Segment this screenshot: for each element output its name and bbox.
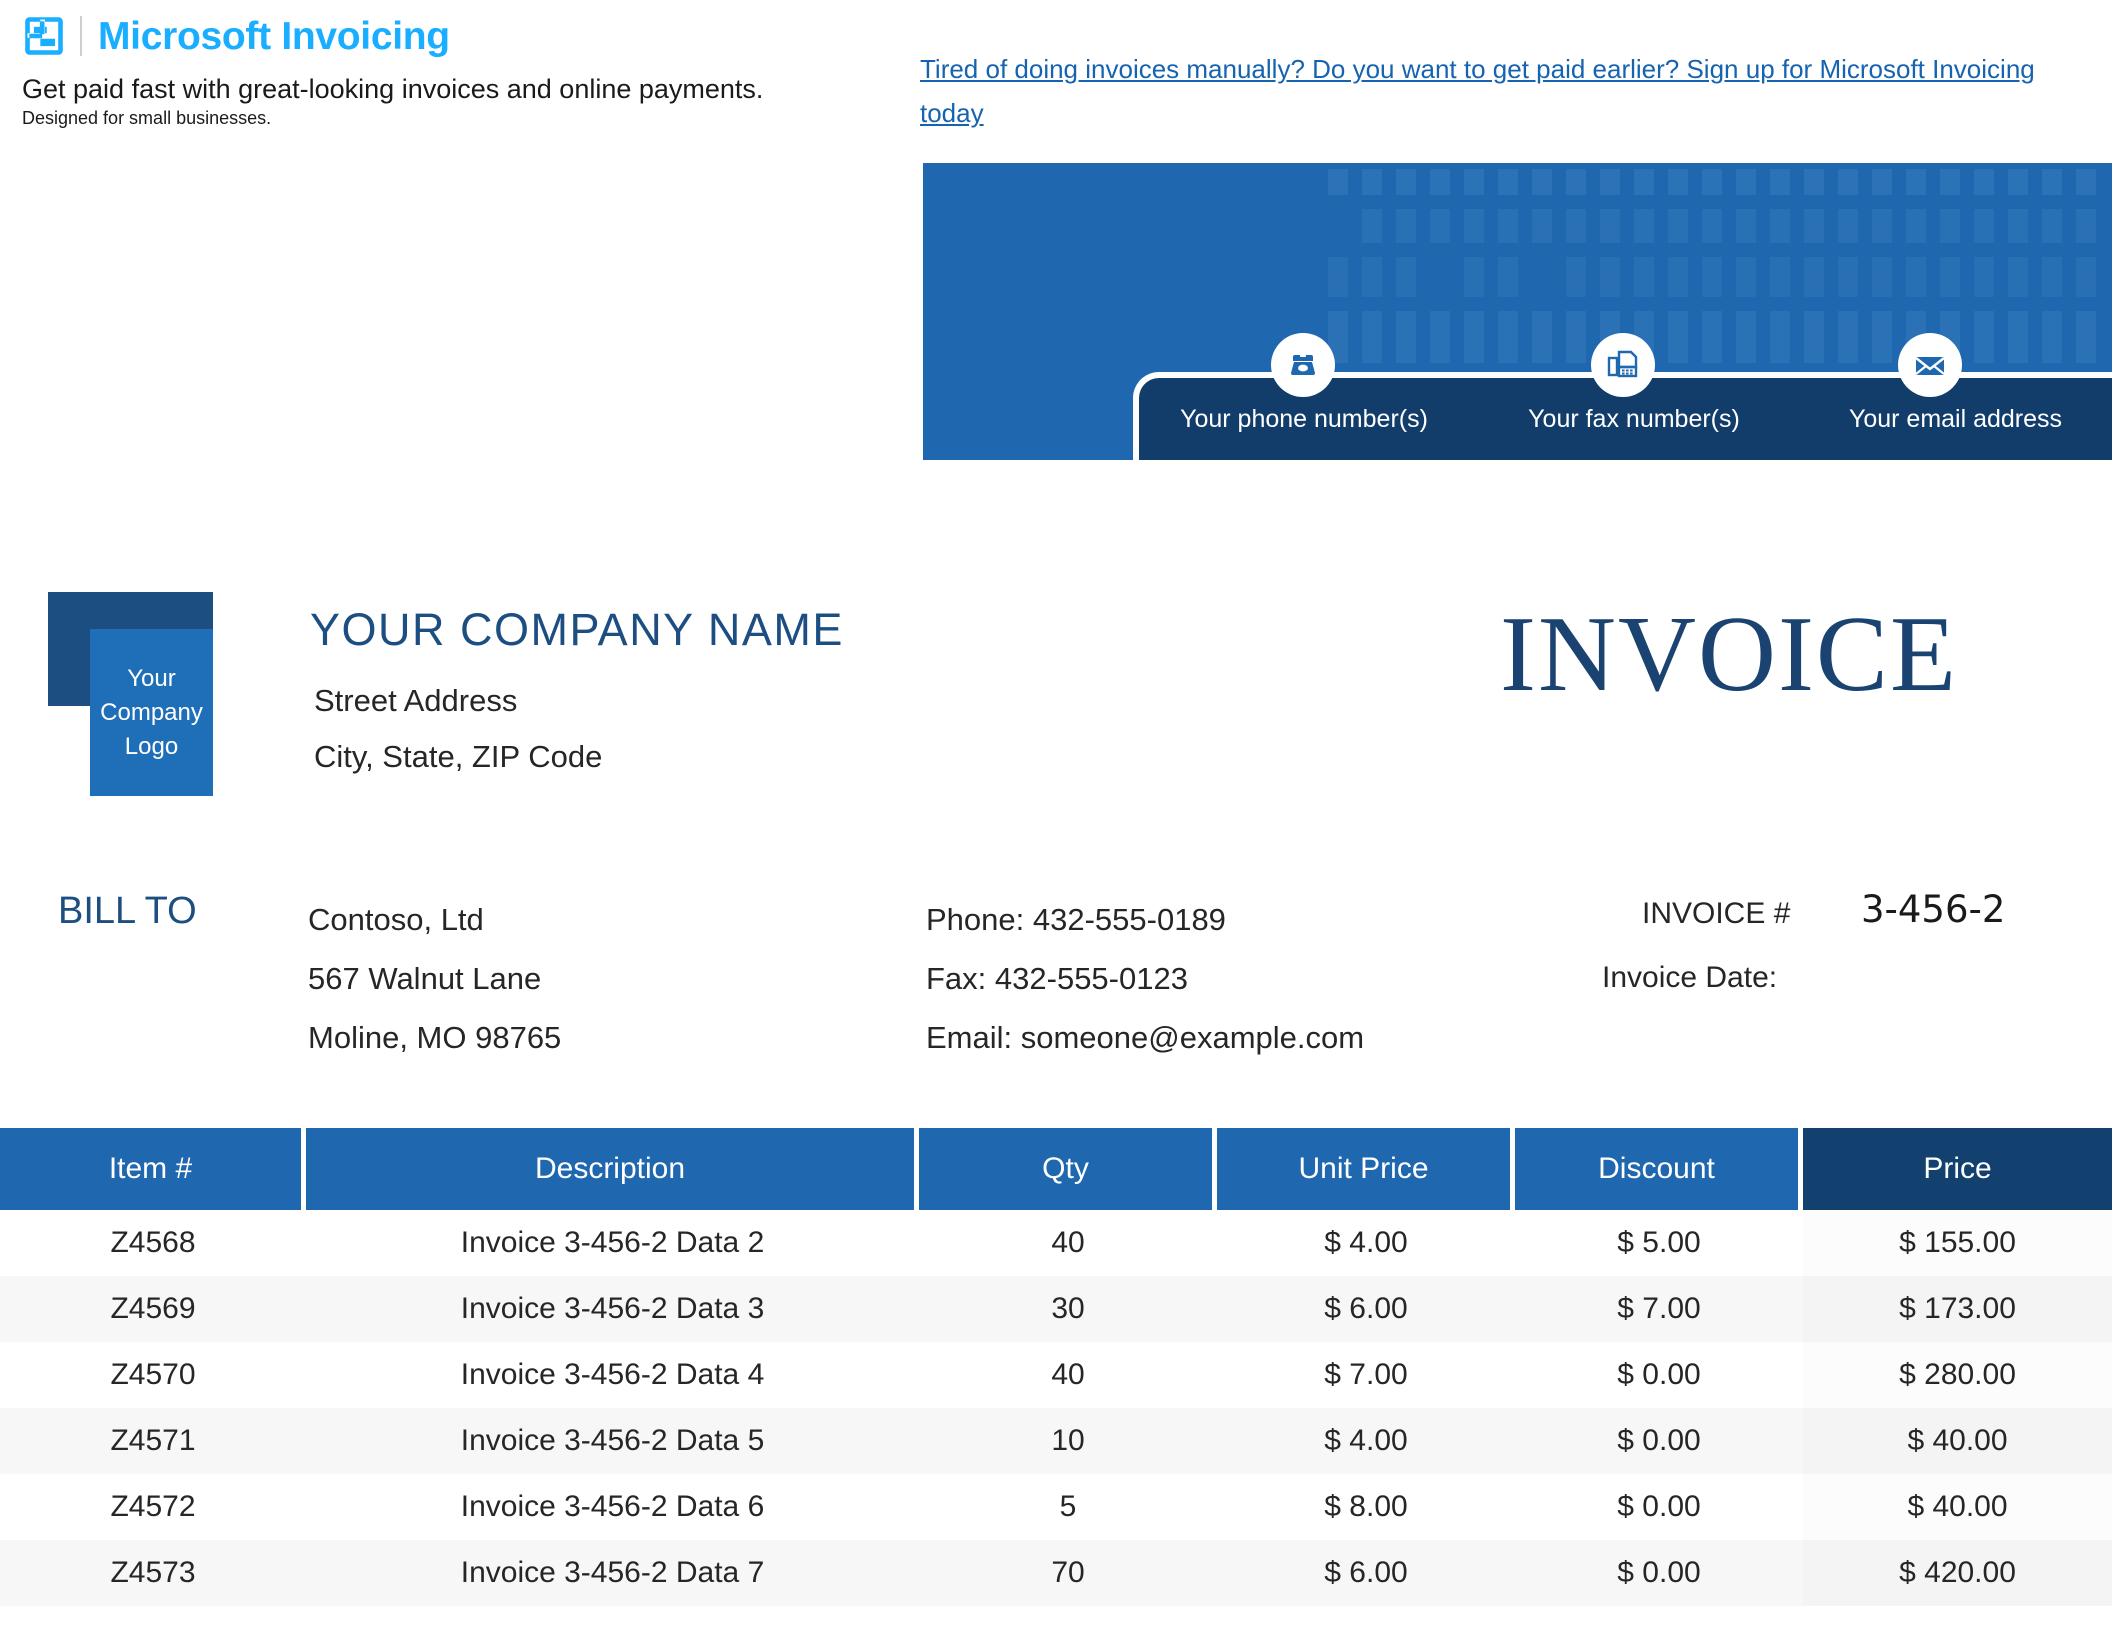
bill-to-label: BILL TO	[58, 890, 197, 932]
table-row[interactable]: Z4568 Invoice 3-456-2 Data 2 40 $ 4.00 $ 5.0…	[0, 1210, 2112, 1276]
fax-machine-icon	[1591, 333, 1655, 397]
cell-discount: $ 0.00	[1515, 1408, 1803, 1474]
cell-price: $ 155.00	[1803, 1210, 2112, 1276]
cell-price: $ 280.00	[1803, 1342, 2112, 1408]
cell-price: $ 40.00	[1803, 1408, 2112, 1474]
logo-line-2: Company	[100, 698, 203, 726]
cell-price: $ 420.00	[1803, 1540, 2112, 1606]
cell-description: Invoice 3-456-2 Data 2	[306, 1210, 919, 1276]
table-row[interactable]: Z4569 Invoice 3-456-2 Data 3 30 $ 6.00 $ 7.0…	[0, 1276, 2112, 1342]
table-header-row: Item # Description Qty Unit Price Discou…	[0, 1128, 2112, 1210]
company-street-address: Street Address	[314, 683, 518, 718]
microsoft-invoicing-promo-bar: Microsoft Invoicing Get paid fast with g…	[0, 0, 2112, 150]
cell-item: Z4573	[0, 1540, 306, 1606]
cell-unit-price: $ 8.00	[1217, 1474, 1515, 1540]
column-header-qty[interactable]: Qty	[919, 1128, 1217, 1210]
contact-phone-line: Phone: 432-555-0189	[926, 902, 1226, 937]
cell-item: Z4571	[0, 1408, 306, 1474]
email-label: Your email address	[1848, 404, 2063, 433]
cell-qty: 30	[919, 1276, 1217, 1342]
table-row[interactable]: Z4571 Invoice 3-456-2 Data 5 10 $ 4.00 $ 0.0…	[0, 1408, 2112, 1474]
invoice-number-label: INVOICE #	[1642, 897, 1791, 930]
signup-promo-link[interactable]: Tired of doing invoices manually? Do you…	[920, 47, 2085, 135]
cell-item: Z4572	[0, 1474, 306, 1540]
envelope-icon	[1898, 333, 1962, 397]
bill-to-line: Moline, MO 98765	[308, 1020, 562, 1055]
cell-qty: 5	[919, 1474, 1217, 1540]
cell-qty: 70	[919, 1540, 1217, 1606]
bill-to-line: 567 Walnut Lane	[308, 961, 542, 996]
column-header-description[interactable]: Description	[306, 1128, 919, 1210]
cell-price: $ 40.00	[1803, 1474, 2112, 1540]
brand-divider	[80, 16, 82, 56]
cell-unit-price: $ 7.00	[1217, 1342, 1515, 1408]
phone-label: Your phone number(s)	[1180, 404, 1428, 433]
cell-discount: $ 0.00	[1515, 1540, 1803, 1606]
cell-description: Invoice 3-456-2 Data 5	[306, 1408, 919, 1474]
cell-unit-price: $ 6.00	[1217, 1276, 1515, 1342]
cell-description: Invoice 3-456-2 Data 4	[306, 1342, 919, 1408]
company-city-state-zip: City, State, ZIP Code	[314, 739, 603, 774]
cell-qty: 40	[919, 1210, 1217, 1276]
bill-to-address: Contoso, Ltd 567 Walnut Lane Moline, MO …	[308, 890, 561, 1067]
table-body: Z4568 Invoice 3-456-2 Data 2 40 $ 4.00 $ 5.0…	[0, 1210, 2112, 1606]
bill-to-line: Contoso, Ltd	[308, 902, 484, 937]
cell-discount: $ 7.00	[1515, 1276, 1803, 1342]
sender-contact-block: Phone: 432-555-0189 Fax: 432-555-0123 Em…	[926, 890, 1364, 1067]
cell-qty: 40	[919, 1342, 1217, 1408]
fax-label: Your fax number(s)	[1528, 404, 1740, 433]
brand-title: Microsoft Invoicing	[98, 14, 450, 58]
cell-item: Z4569	[0, 1276, 306, 1342]
cell-unit-price: $ 4.00	[1217, 1408, 1515, 1474]
microsoft-invoicing-brand: Microsoft Invoicing	[22, 14, 450, 58]
column-header-item[interactable]: Item #	[0, 1128, 306, 1210]
brand-tagline: Get paid fast with great-looking invoice…	[22, 74, 764, 104]
column-header-discount[interactable]: Discount	[1515, 1128, 1803, 1210]
column-header-unit-price[interactable]: Unit Price	[1217, 1128, 1515, 1210]
table-row[interactable]: Z4570 Invoice 3-456-2 Data 4 40 $ 7.00 $ 0.0…	[0, 1342, 2112, 1408]
cell-qty: 10	[919, 1408, 1217, 1474]
column-header-price[interactable]: Price	[1803, 1128, 2112, 1210]
cell-discount: $ 5.00	[1515, 1210, 1803, 1276]
cell-description: Invoice 3-456-2 Data 3	[306, 1276, 919, 1342]
table-row[interactable]: Z4573 Invoice 3-456-2 Data 7 70 $ 6.00 $ 0.0…	[0, 1540, 2112, 1606]
table-row[interactable]: Z4572 Invoice 3-456-2 Data 6 5 $ 8.00 $ 0.00…	[0, 1474, 2112, 1540]
cell-description: Invoice 3-456-2 Data 6	[306, 1474, 919, 1540]
cell-price: $ 173.00	[1803, 1276, 2112, 1342]
invoice-date-label: Invoice Date:	[1602, 961, 1778, 994]
page-title: INVOICE	[1500, 595, 1958, 714]
brand-subtagline: Designed for small businesses.	[22, 108, 272, 128]
contact-fax-line: Fax: 432-555-0123	[926, 961, 1188, 996]
company-logo-placeholder: Your Company Logo	[90, 629, 213, 796]
company-name: YOUR COMPANY NAME	[310, 604, 844, 655]
telephone-icon	[1271, 333, 1335, 397]
microsoft-invoicing-logo-icon	[25, 17, 63, 55]
logo-line-3: Logo	[124, 732, 179, 760]
contact-email-line: Email: someone@example.com	[926, 1020, 1365, 1055]
cell-discount: $ 0.00	[1515, 1342, 1803, 1408]
cell-discount: $ 0.00	[1515, 1474, 1803, 1540]
cell-description: Invoice 3-456-2 Data 7	[306, 1540, 919, 1606]
cell-unit-price: $ 6.00	[1217, 1540, 1515, 1606]
cell-unit-price: $ 4.00	[1217, 1210, 1515, 1276]
invoice-number-value: 3-456-2	[1861, 888, 2006, 931]
logo-line-1: Your	[127, 664, 176, 692]
cell-item: Z4570	[0, 1342, 306, 1408]
cell-item: Z4568	[0, 1210, 306, 1276]
line-items-table: Item # Description Qty Unit Price Discou…	[0, 1128, 2112, 1606]
